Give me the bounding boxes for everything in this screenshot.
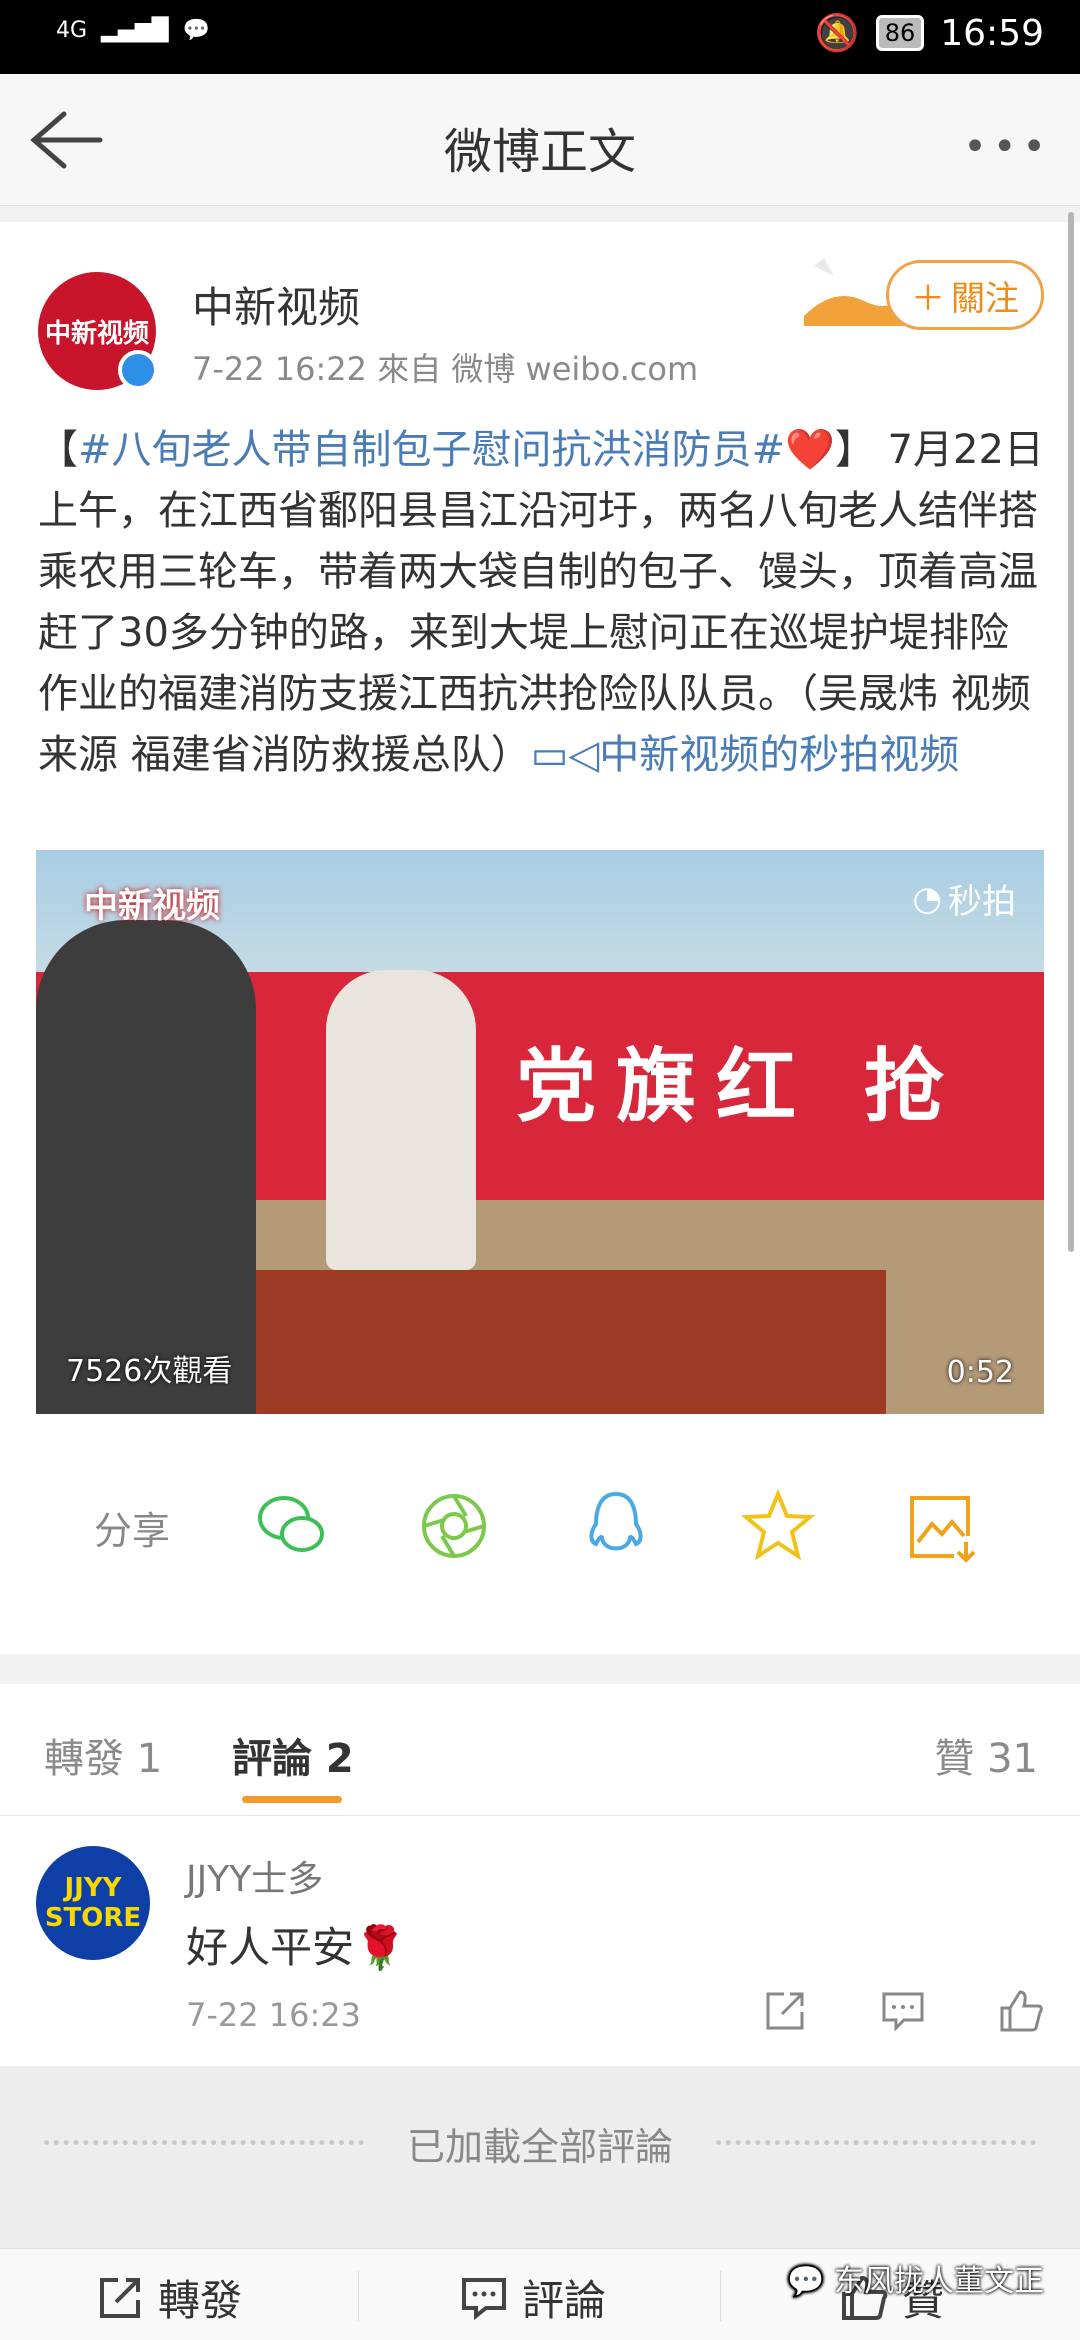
repost-icon	[100, 2277, 140, 2318]
miaopai-watermark: ◔ 秒拍	[912, 878, 1016, 923]
comments-loaded-notice: 已加載全部評論	[0, 2066, 1080, 2278]
share-label: 分享	[94, 1509, 171, 1553]
battery-indicator: 86	[875, 15, 925, 51]
miaopai-icon: ◔	[912, 878, 942, 919]
post-card: 中新视频 中新视频 7-22 16:22 來自 微博 weibo.com ＋ 關…	[0, 222, 1080, 1654]
watermark: 💬 东风拢人董文正	[787, 2264, 1044, 2299]
mute-icon: 🔕	[814, 13, 860, 54]
comment-tabs: 轉發 1 評論 2 贊 31	[0, 1684, 1080, 1816]
navigation-bar: 微博正文 •••	[0, 74, 1080, 206]
tab-repost[interactable]: 轉發 1	[44, 1726, 162, 1784]
follow-button[interactable]: ＋ 關注	[886, 260, 1044, 330]
save-image-icon[interactable]	[900, 1486, 980, 1566]
divider	[720, 2271, 721, 2321]
post-username[interactable]: 中新视频	[192, 274, 360, 335]
video-cart	[186, 1270, 886, 1414]
comment-icon	[462, 2277, 506, 2320]
comment-button[interactable]: 評論	[460, 2267, 606, 2328]
divider	[716, 2140, 1036, 2145]
moments-share-icon[interactable]	[414, 1486, 494, 1566]
post-meta: 7-22 16:22 來自 微博 weibo.com	[192, 350, 699, 388]
comment-item: JJYY STORE JJYY士多 好人平安🌹 7-22 16:23	[0, 1816, 1080, 2066]
verified-badge-icon	[118, 350, 158, 390]
more-options-icon[interactable]: •••	[963, 124, 1052, 170]
post-text: 【#八旬老人带自制包子慰问抗洪消防员#❤️】 7月22日上午，在江西省鄱阳县昌江…	[38, 427, 1044, 778]
scrollbar[interactable]	[1068, 212, 1074, 1252]
video-duration: 0:52	[946, 1355, 1014, 1390]
wechat-notification-icon: 💬	[182, 18, 211, 43]
active-tab-indicator	[242, 1796, 342, 1803]
comment-username[interactable]: JJYY士多	[186, 1850, 323, 1902]
comment-reply-icon[interactable]	[880, 1988, 926, 2034]
comment-avatar[interactable]: JJYY STORE	[36, 1846, 150, 1960]
heart-emoji-icon: ❤️	[785, 427, 835, 473]
hashtag-link[interactable]: #八旬老人带自制包子慰问抗洪消防员#	[78, 427, 785, 473]
video-views: 7526次觀看	[66, 1354, 233, 1389]
comment-like-icon[interactable]	[998, 1988, 1044, 2034]
tab-like[interactable]: 贊 31	[934, 1726, 1038, 1784]
video-logo: 中新视频	[84, 886, 220, 926]
video-person	[326, 970, 476, 1270]
qq-share-icon[interactable]	[576, 1486, 656, 1566]
video-person	[36, 920, 256, 1414]
plus-icon: ＋	[911, 278, 945, 319]
divider	[358, 2271, 359, 2321]
video-player[interactable]: 党旗红 抢 中新视频 ◔ 秒拍 7526次觀看 0:52	[36, 850, 1044, 1414]
video-camera-icon: ▭◁	[530, 732, 600, 778]
share-row: 分享	[0, 1476, 1080, 1576]
wechat-share-icon[interactable]	[252, 1486, 332, 1566]
signal-icon: ▂▄▆█	[101, 18, 169, 43]
wechat-watermark-icon: 💬	[787, 2264, 825, 2299]
comment-forward-icon[interactable]	[762, 1988, 808, 2034]
tab-comment[interactable]: 評論 2	[232, 1726, 354, 1784]
video-link[interactable]: ▭◁中新视频的秒拍视频	[531, 732, 960, 778]
status-bar: 4G ▂▄▆█ 💬 🔕 86 16:59	[0, 0, 1080, 74]
comment-text: 好人平安🌹	[186, 1923, 407, 1972]
comment-actions	[762, 1988, 1044, 2034]
repost-button[interactable]: 轉發	[96, 2267, 242, 2328]
favorite-star-icon[interactable]	[738, 1486, 818, 1566]
page-title: 微博正文	[443, 124, 636, 180]
clock: 16:59	[940, 12, 1044, 54]
comment-time: 7-22 16:23	[186, 1996, 362, 2034]
network-label: 4G	[56, 18, 88, 43]
